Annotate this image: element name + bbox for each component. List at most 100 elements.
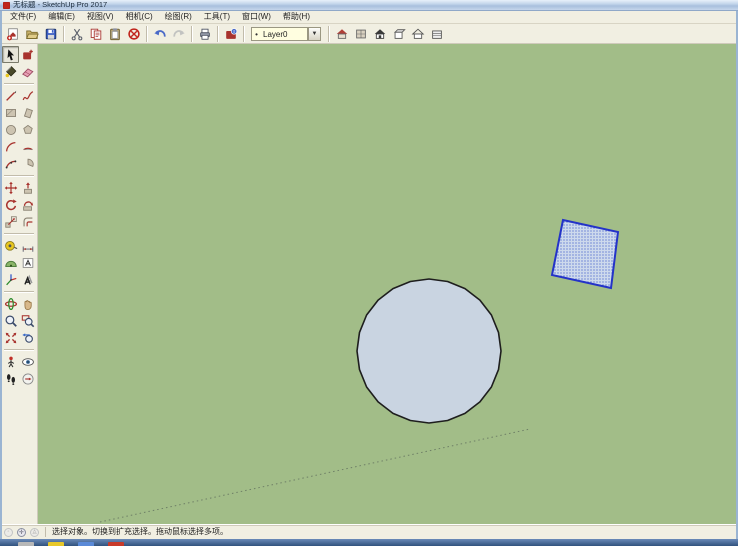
cut-button[interactable]	[67, 25, 86, 43]
menu-item-camera[interactable]: 相机(C)	[120, 11, 159, 23]
taskbar-app-3[interactable]	[78, 542, 94, 546]
eraser-tool-button[interactable]	[19, 63, 36, 80]
status-globe-icon[interactable]: ◦	[4, 528, 13, 537]
status-separator	[45, 527, 46, 537]
sketchup-app-icon	[3, 2, 10, 9]
cut-icon	[70, 27, 84, 41]
menu-item-draw[interactable]: 绘图(R)	[159, 11, 198, 23]
pie-tool-button[interactable]	[19, 155, 36, 172]
line-tool-button[interactable]	[2, 87, 19, 104]
position-camera-tool-button[interactable]	[2, 353, 19, 370]
erase-button[interactable]	[124, 25, 143, 43]
circle-icon	[4, 123, 18, 137]
toolbar-separator	[328, 26, 329, 42]
sketchup-window: 无标题 - SketchUp Pro 2017 文件(F)编辑(E)视图(V)相…	[0, 0, 738, 546]
zoom-extents-icon	[4, 331, 18, 345]
layer-select-value[interactable]: Layer0	[261, 27, 308, 41]
look-around-tool-button[interactable]	[19, 353, 36, 370]
top-view-button[interactable]	[351, 25, 370, 43]
title-bar[interactable]: 无标题 - SketchUp Pro 2017	[0, 0, 738, 11]
iso-view-button[interactable]	[332, 25, 351, 43]
layer-combobox[interactable]: • Layer0 ▼	[251, 26, 321, 42]
taskbar-app-2[interactable]	[48, 542, 64, 546]
layer-dropdown-button[interactable]: ▼	[308, 27, 321, 41]
window-frame-left	[0, 11, 2, 539]
make-component-icon	[21, 48, 35, 62]
window-title: 无标题 - SketchUp Pro 2017	[13, 1, 107, 9]
menu-item-view[interactable]: 视图(V)	[81, 11, 120, 23]
status-signin-icon[interactable]: ♙	[30, 528, 39, 537]
polygon-icon	[21, 123, 35, 137]
left-view-button[interactable]	[427, 25, 446, 43]
paste-button[interactable]	[105, 25, 124, 43]
rectangle-tool-button[interactable]	[2, 104, 19, 121]
axes-tool-button[interactable]	[2, 271, 19, 288]
polygon-tool-button[interactable]	[19, 121, 36, 138]
menu-item-help[interactable]: 帮助(H)	[277, 11, 316, 23]
scale-tool-button[interactable]	[2, 213, 19, 230]
axes-icon	[4, 273, 18, 287]
layer-color-indicator: •	[251, 27, 261, 41]
print-button[interactable]	[195, 25, 214, 43]
pie-icon	[21, 157, 35, 171]
canvas-background[interactable]	[38, 44, 736, 524]
open-button[interactable]	[22, 25, 41, 43]
push-pull-tool-button[interactable]	[19, 179, 36, 196]
selected-rectangle-face[interactable]	[552, 220, 618, 288]
move-tool-button[interactable]	[2, 179, 19, 196]
menu-item-edit[interactable]: 编辑(E)	[42, 11, 81, 23]
taskbar-app-4[interactable]	[108, 542, 124, 546]
offset-tool-button[interactable]	[19, 213, 36, 230]
previous-view-tool-button[interactable]	[19, 329, 36, 346]
section-plane-tool-button[interactable]	[19, 370, 36, 387]
rotate-tool-button[interactable]	[2, 196, 19, 213]
zoom-extents-tool-button[interactable]	[2, 329, 19, 346]
right-view-icon	[392, 27, 406, 41]
text-tool-button[interactable]	[19, 254, 36, 271]
follow-me-tool-button[interactable]	[19, 196, 36, 213]
freehand-tool-button[interactable]	[19, 87, 36, 104]
large-tool-set	[0, 44, 38, 524]
circle-face[interactable]	[357, 279, 501, 423]
zoom-window-icon	[21, 314, 35, 328]
status-credit-icon[interactable]: ✛	[17, 528, 26, 537]
right-view-button[interactable]	[389, 25, 408, 43]
select-tool-button[interactable]	[2, 46, 19, 63]
protractor-tool-button[interactable]	[2, 254, 19, 271]
orbit-tool-button[interactable]	[2, 295, 19, 312]
toolset-separator	[4, 349, 34, 350]
walk-tool-button[interactable]	[2, 370, 19, 387]
front-view-button[interactable]	[370, 25, 389, 43]
pan-tool-button[interactable]	[19, 295, 36, 312]
toolset-separator	[4, 175, 34, 176]
menu-item-tools[interactable]: 工具(T)	[198, 11, 236, 23]
menu-item-window[interactable]: 窗口(W)	[236, 11, 277, 23]
new-button[interactable]	[3, 25, 22, 43]
menu-item-file[interactable]: 文件(F)	[4, 11, 42, 23]
undo-button[interactable]	[150, 25, 169, 43]
paint-bucket-tool-button[interactable]	[2, 63, 19, 80]
zoom-window-tool-button[interactable]	[19, 312, 36, 329]
make-component-tool-button[interactable]	[19, 46, 36, 63]
rotated-rectangle-tool-button[interactable]	[19, 104, 36, 121]
position-camera-icon	[4, 355, 18, 369]
redo-button	[169, 25, 188, 43]
arc-tool-button[interactable]	[2, 138, 19, 155]
text-icon	[21, 256, 35, 270]
taskbar-app-1[interactable]	[18, 542, 34, 546]
toolbar-separator	[191, 26, 192, 42]
zoom-tool-button[interactable]	[2, 312, 19, 329]
dimension-tool-button[interactable]	[19, 237, 36, 254]
tape-measure-tool-button[interactable]	[2, 237, 19, 254]
windows-taskbar[interactable]	[0, 539, 738, 546]
two-point-arc-tool-button[interactable]	[19, 138, 36, 155]
offset-icon	[21, 215, 35, 229]
3d-text-tool-button[interactable]	[19, 271, 36, 288]
back-view-button[interactable]	[408, 25, 427, 43]
three-point-arc-tool-button[interactable]	[2, 155, 19, 172]
model-info-button[interactable]	[221, 25, 240, 43]
copy-button[interactable]	[86, 25, 105, 43]
save-button[interactable]	[41, 25, 60, 43]
drawing-canvas[interactable]	[38, 44, 736, 524]
circle-tool-button[interactable]	[2, 121, 19, 138]
